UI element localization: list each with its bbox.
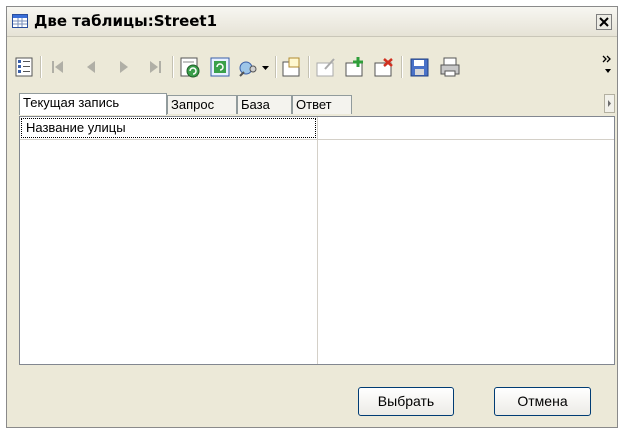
dialog-window: Две таблицы:Street1 Текущая запись Запро… bbox=[6, 6, 618, 428]
edit-record-icon[interactable] bbox=[315, 56, 337, 78]
tab-scroll-right-button[interactable] bbox=[604, 94, 615, 113]
search-icon[interactable] bbox=[238, 56, 260, 78]
close-icon bbox=[599, 17, 609, 27]
tab-query[interactable]: Запрос bbox=[167, 95, 237, 114]
grid-column-divider bbox=[317, 117, 318, 364]
delete-record-icon[interactable] bbox=[373, 56, 395, 78]
window-title: Две таблицы:Street1 bbox=[34, 12, 218, 30]
search-dropdown-icon[interactable] bbox=[260, 56, 272, 78]
chevron-right-icon bbox=[608, 100, 611, 107]
reload-icon[interactable] bbox=[209, 56, 231, 78]
title-bar[interactable]: Две таблицы:Street1 bbox=[7, 7, 617, 37]
cancel-button[interactable]: Отмена bbox=[494, 387, 591, 416]
select-button[interactable]: Выбрать bbox=[358, 387, 454, 416]
columns-icon[interactable] bbox=[13, 56, 35, 78]
toolbar bbox=[7, 38, 617, 92]
first-record-icon[interactable] bbox=[47, 56, 69, 78]
new-record-icon[interactable] bbox=[281, 56, 303, 78]
table-app-icon bbox=[12, 13, 28, 29]
prev-record-icon[interactable] bbox=[80, 56, 102, 78]
next-record-icon[interactable] bbox=[113, 56, 135, 78]
field-name-cell[interactable]: Название улицы bbox=[21, 118, 316, 138]
tab-answer[interactable]: Ответ bbox=[292, 95, 352, 114]
last-record-icon[interactable] bbox=[144, 56, 166, 78]
add-record-icon[interactable] bbox=[344, 56, 366, 78]
tab-strip: Текущая запись Запрос База Ответ bbox=[19, 92, 615, 116]
record-grid: Название улицы bbox=[19, 116, 615, 365]
save-icon[interactable] bbox=[409, 56, 431, 78]
tab-base[interactable]: База bbox=[237, 95, 292, 114]
field-value-cell[interactable] bbox=[319, 118, 615, 138]
close-button[interactable] bbox=[596, 14, 612, 30]
table-row[interactable]: Название улицы bbox=[20, 117, 614, 140]
toolbar-overflow-icon[interactable] bbox=[602, 54, 614, 78]
refresh-icon[interactable] bbox=[179, 56, 201, 78]
print-icon[interactable] bbox=[439, 56, 461, 78]
tab-current-record[interactable]: Текущая запись bbox=[19, 93, 167, 115]
